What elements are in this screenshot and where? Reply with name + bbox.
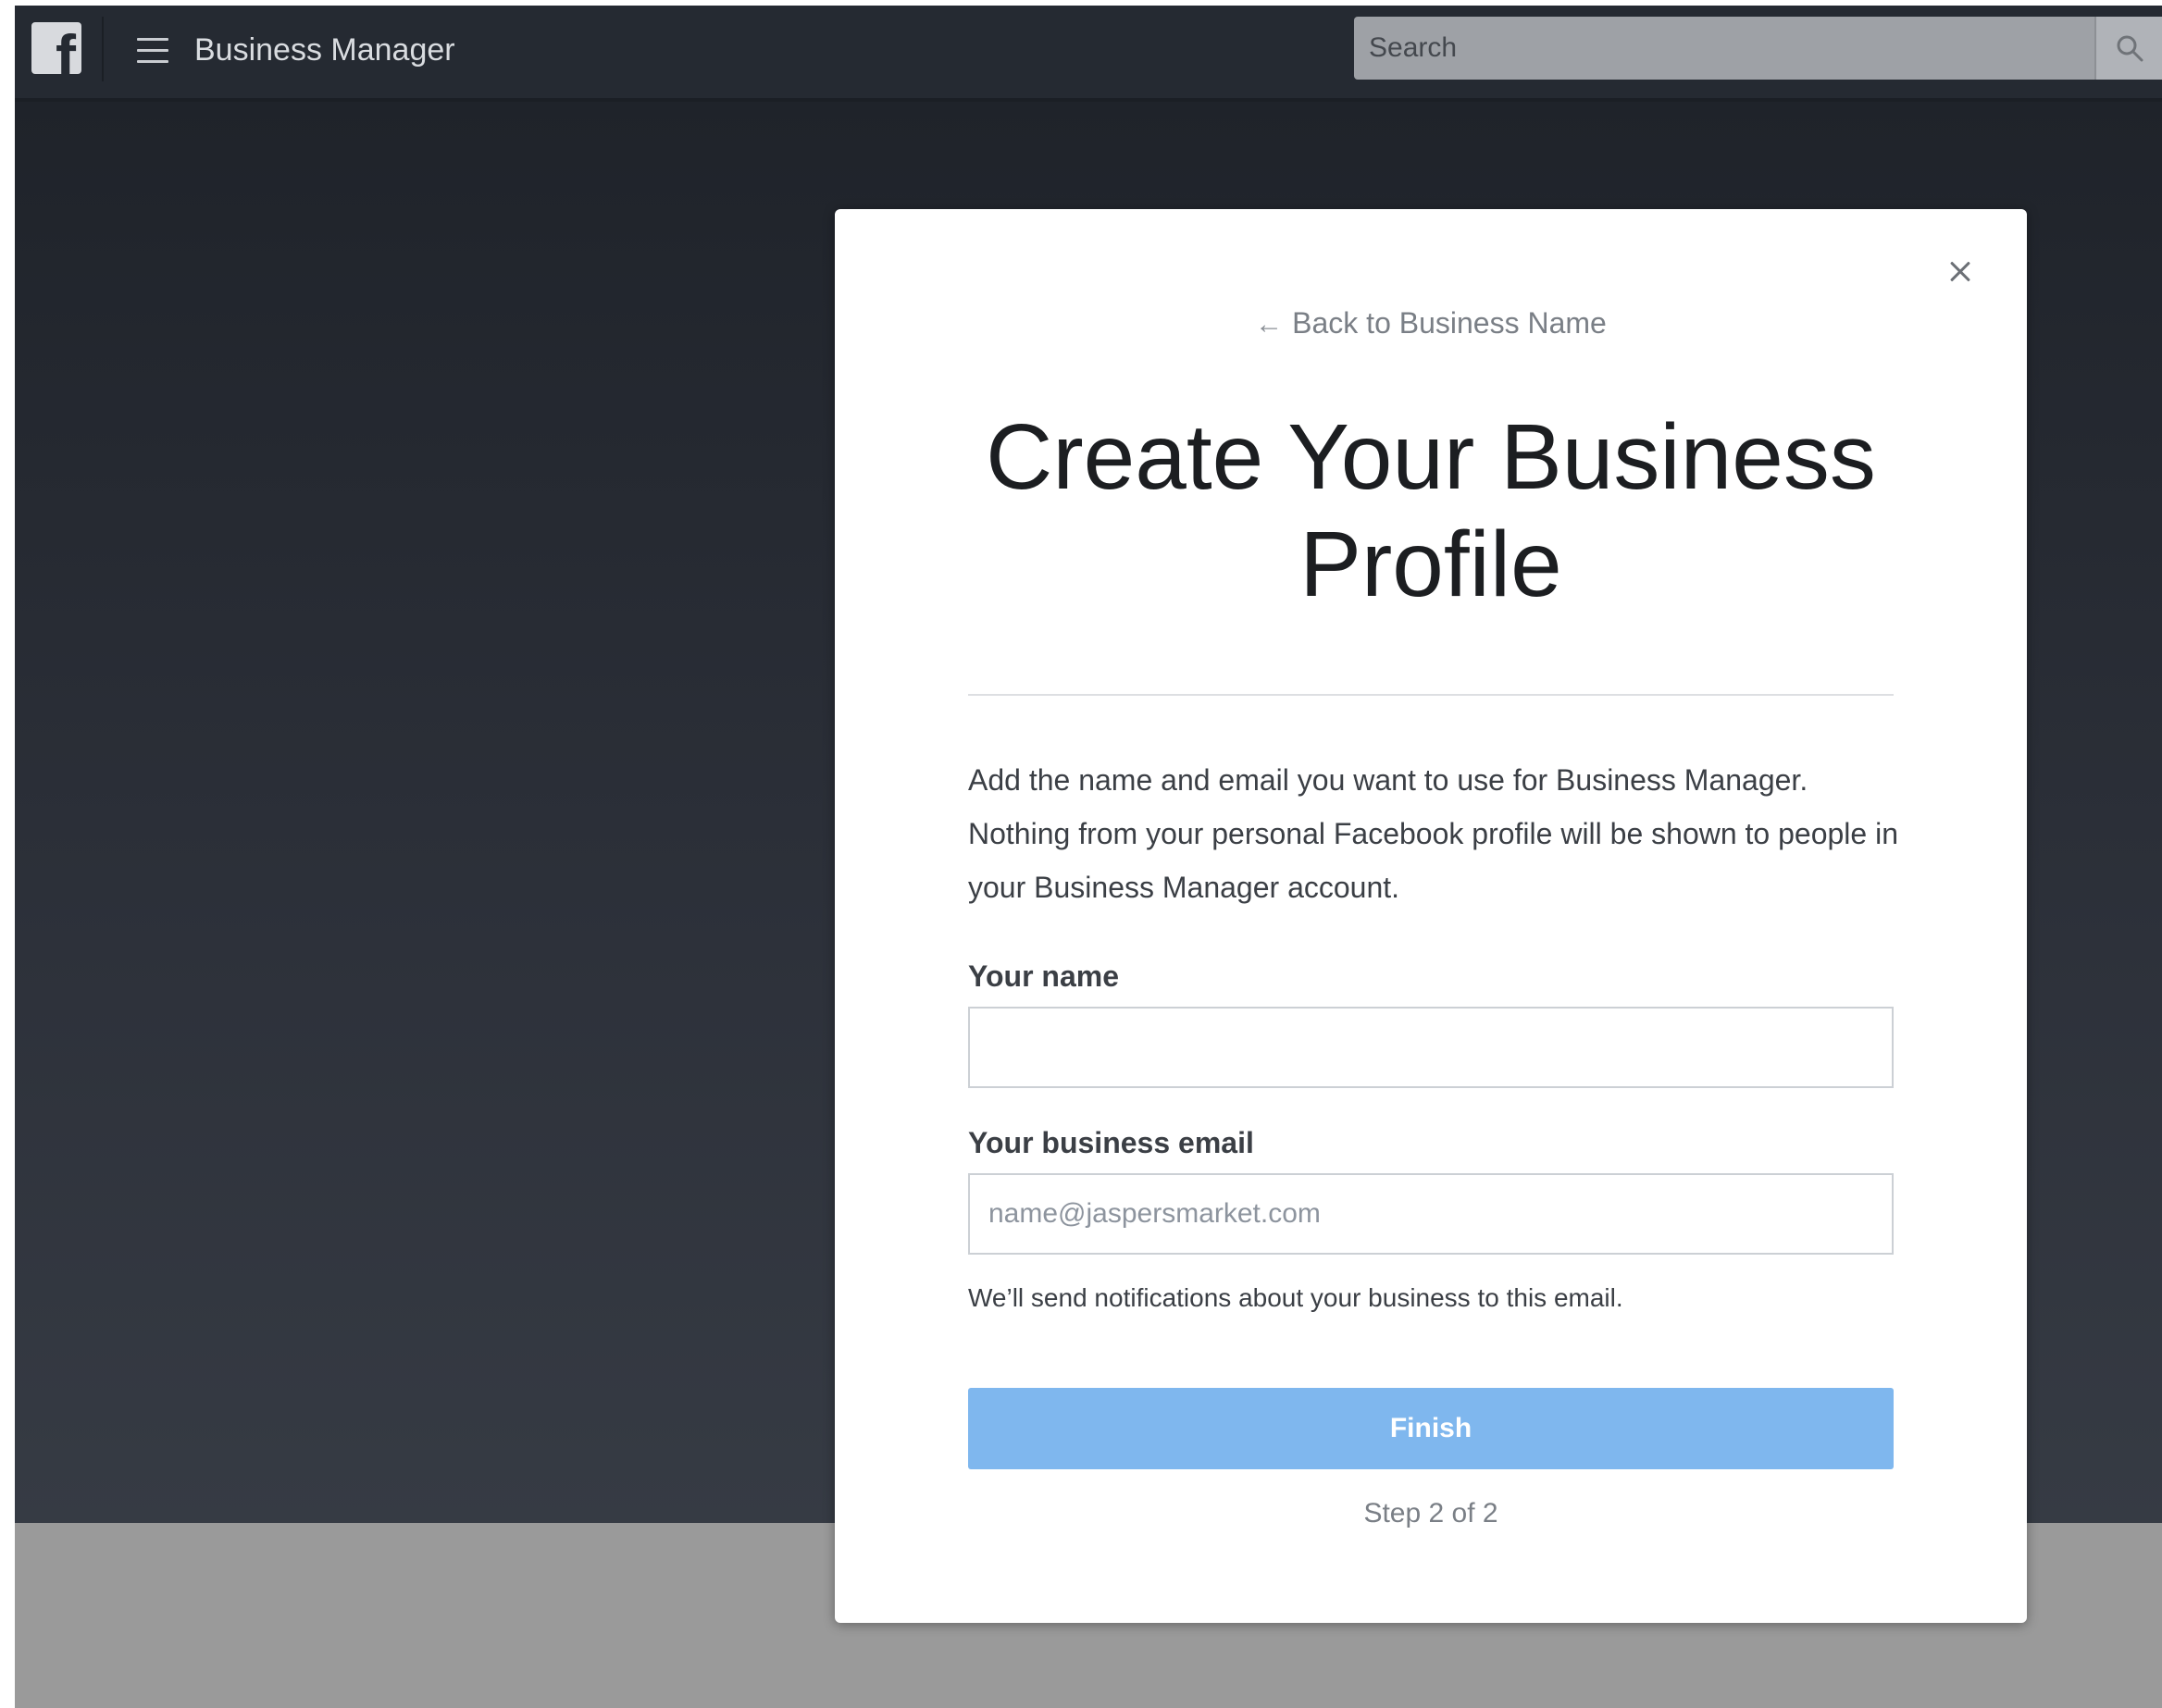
topbar-divider	[102, 17, 104, 81]
search-box	[1354, 17, 2162, 80]
back-link-label: Back to Business Name	[1292, 306, 1607, 340]
email-hint-text: We’ll send notifications about your busi…	[968, 1283, 1623, 1312]
app-title: Business Manager	[194, 32, 455, 68]
facebook-f-icon[interactable]: f	[31, 22, 81, 74]
your-name-field[interactable]	[968, 1007, 1894, 1088]
intro-text: Add the name and email you want to use f…	[968, 763, 1898, 904]
business-email-field[interactable]	[968, 1173, 1894, 1255]
divider	[968, 694, 1894, 696]
search-icon	[2117, 35, 2143, 62]
your-name-label: Your name	[968, 959, 1119, 993]
step-indicator: Step 2 of 2	[1363, 1498, 1498, 1529]
business-email-label: Your business email	[968, 1126, 1254, 1159]
back-to-business-name-link[interactable]: ← Back to Business Name	[835, 305, 2027, 341]
top-bar: f Business Manager	[15, 6, 2162, 102]
search-button[interactable]	[2094, 17, 2162, 80]
close-icon[interactable]	[1942, 254, 1979, 291]
finish-button[interactable]: Finish	[968, 1388, 1894, 1469]
create-business-profile-dialog: ← Back to Business Name Create Your Busin…	[835, 209, 2027, 1623]
left-arrow-icon: ←	[1255, 309, 1284, 340]
dialog-title: Create Your Business Profile	[986, 405, 1876, 616]
hamburger-menu-icon[interactable]	[137, 38, 168, 64]
search-input[interactable]	[1354, 17, 2094, 80]
